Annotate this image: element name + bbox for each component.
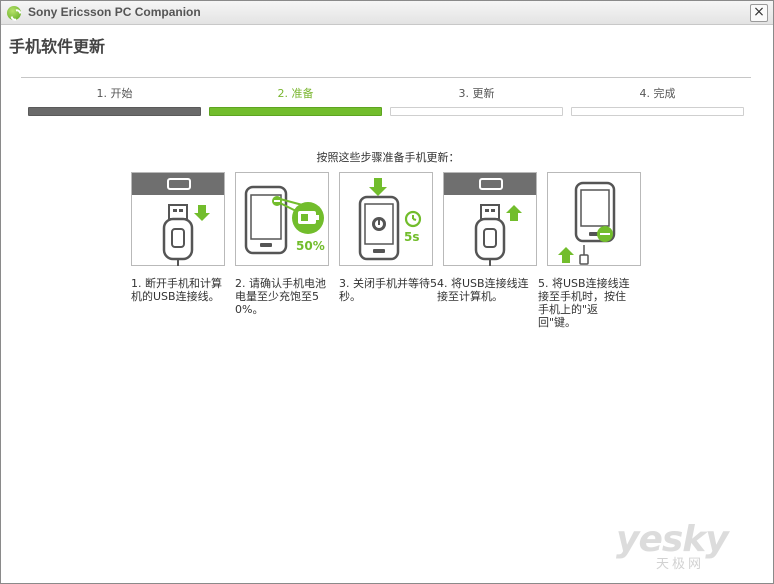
usb-unplug-icon <box>162 178 210 266</box>
step-card-5-text: 5. 将USB连接线连接至手机时，按住手机上的"返回"键。 <box>538 277 630 329</box>
step-progress-bar <box>571 107 744 116</box>
step-update: 3. 更新 <box>390 85 563 117</box>
step-label: 2. 准备 <box>277 87 314 100</box>
yesky-watermark: yesky 天极网 <box>616 519 751 572</box>
wait-seconds-badge: 5s <box>404 230 420 244</box>
step-card-3-text: 3. 关闭手机并等待5秒。 <box>339 277 437 303</box>
step-card-1-text: 1. 断开手机和计算机的USB连接线。 <box>131 277 222 303</box>
step-label: 1. 开始 <box>96 87 133 100</box>
step-finish: 4. 完成 <box>571 85 744 117</box>
usb-plug-icon <box>474 178 522 266</box>
page-title: 手机软件更新 <box>9 37 106 56</box>
battery-percent-badge: 50% <box>296 239 325 253</box>
step-card-2: 50% <box>235 172 329 266</box>
step-progress-bar <box>390 107 563 116</box>
title-bar: Sony Ericsson PC Companion × <box>1 1 773 25</box>
app-window: Sony Ericsson PC Companion × 手机软件更新 1. 开… <box>0 0 774 584</box>
step-card-1 <box>131 172 225 266</box>
sony-ericsson-logo-icon <box>7 6 21 20</box>
step-card-5 <box>547 172 641 266</box>
step-prepare: 2. 准备 <box>209 85 382 117</box>
step-card-4-text: 4. 将USB连接线连接至计算机。 <box>437 277 529 303</box>
step-card-4 <box>443 172 537 266</box>
step-progress-bar <box>209 107 382 116</box>
step-start: 1. 开始 <box>28 85 201 117</box>
step-progress-bar <box>28 107 201 116</box>
window-title: Sony Ericsson PC Companion <box>28 5 201 19</box>
step-label: 4. 完成 <box>639 87 676 100</box>
power-off-icon <box>358 178 422 261</box>
phone-connect-icon <box>558 181 616 265</box>
watermark-subtext: 天极网 <box>656 557 705 572</box>
step-progress: 1. 开始 2. 准备 3. 更新 4. 完成 <box>28 85 746 117</box>
step-label: 3. 更新 <box>458 87 495 100</box>
step-card-2-text: 2. 请确认手机电池电量至少充饱至50%。 <box>235 277 326 316</box>
step-card-3: 5s <box>339 172 433 266</box>
close-button[interactable]: × <box>750 4 768 22</box>
header-divider <box>21 77 751 78</box>
instruction-text: 按照这些步骤准备手机更新： <box>316 151 460 164</box>
